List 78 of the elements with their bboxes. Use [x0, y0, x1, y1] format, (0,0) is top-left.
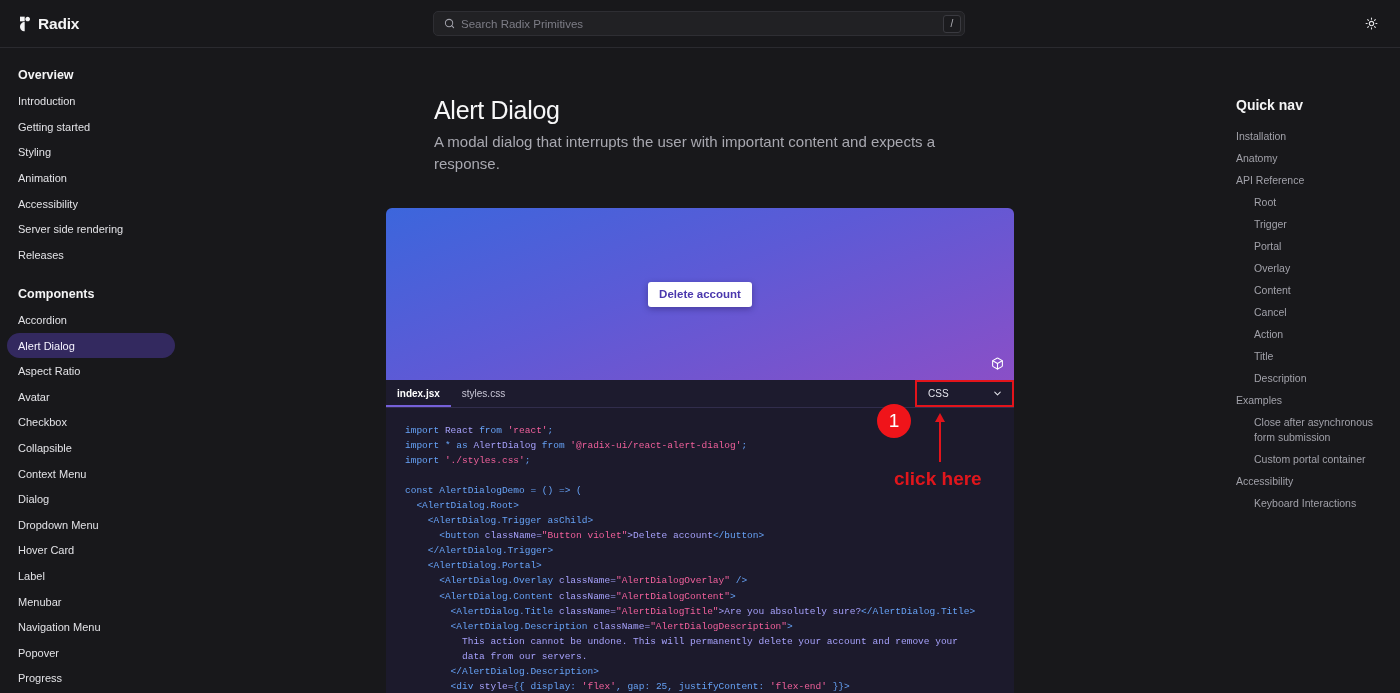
quick-nav-link[interactable]: Content [1254, 279, 1291, 301]
section-heading: Components [17, 285, 96, 303]
cube-icon[interactable] [991, 357, 1004, 370]
section-heading: Overview [17, 67, 75, 84]
quick-nav-link[interactable]: Root [1254, 191, 1277, 213]
step-badge: 1 [877, 404, 911, 438]
file-tab[interactable]: styles.css [450, 380, 517, 407]
logo-icon[interactable] [20, 15, 30, 32]
sidebar-item[interactable]: Getting started [7, 114, 175, 140]
quick-nav-link[interactable]: Cancel [1254, 301, 1287, 323]
code-line: data from our servers. [461, 649, 589, 664]
code-line: <AlertDialog.Content className="AlertDialogContent"> [438, 589, 737, 604]
sidebar-item[interactable]: Accordion [7, 307, 175, 333]
file-tab[interactable]: index.jsx [386, 380, 451, 407]
sidebar-item[interactable]: Introduction [7, 88, 175, 114]
quick-nav-link[interactable]: Trigger [1254, 213, 1287, 235]
annotation-caption: click here [894, 468, 982, 490]
sidebar-item[interactable]: Progress [7, 665, 175, 691]
code-line: <AlertDialog.Description className="AlertDialogDescription"> [449, 619, 794, 634]
sun-icon [1365, 17, 1378, 30]
quick-nav-title: Quick nav [1236, 96, 1304, 115]
logo-text[interactable]: Radix [38, 14, 80, 33]
sidebar-item[interactable]: Hover Card [7, 537, 175, 563]
search-input[interactable]: Search Radix Primitives [461, 17, 937, 30]
quick-nav-link[interactable]: Overlay [1254, 257, 1291, 279]
sidebar-item[interactable]: Styling [7, 139, 175, 165]
quick-nav-link[interactable]: Close after asynchronous form submission [1254, 411, 1380, 448]
sidebar-item[interactable]: Dialog [7, 486, 175, 512]
chevron-down-icon [992, 388, 1003, 399]
code-line: </AlertDialog.Description> [449, 664, 600, 679]
page-description: A modal dialog that interrupts the user with important content and expects a response. [434, 132, 937, 174]
code-line: <AlertDialog.Trigger asChild> [426, 514, 595, 529]
delete-account-button[interactable]: Delete account [648, 281, 752, 307]
code-line: </AlertDialog.Trigger> [426, 544, 555, 559]
sidebar-item[interactable]: Aspect Ratio [7, 358, 175, 384]
quick-nav-link[interactable]: Anatomy [1236, 147, 1278, 169]
code-line: import React from 'react'; [405, 424, 555, 438]
annotation-arrow [935, 413, 945, 462]
sidebar-item[interactable]: Dropdown Menu [7, 512, 175, 538]
sidebar-item[interactable]: Releases [7, 242, 175, 268]
quick-nav-link[interactable]: Examples [1236, 389, 1283, 411]
quick-nav-link[interactable]: Custom portal container [1254, 448, 1366, 470]
sidebar-item[interactable]: Checkbox [7, 409, 175, 435]
quick-nav-link[interactable]: Keyboard Interactions [1254, 492, 1357, 514]
code-line: import './styles.css'; [405, 454, 532, 469]
code-line: <AlertDialog.Portal> [426, 559, 543, 574]
sidebar-item[interactable]: Context Menu [7, 461, 175, 487]
sidebar-item[interactable]: Avatar [7, 384, 175, 410]
code-line: This action cannot be undone. This will permanently delete your account and remove your [461, 634, 959, 649]
sidebar-item[interactable]: Menubar [7, 589, 175, 615]
code-line: import * as AlertDialog from '@radix-ui/react-alert-dialog'; [405, 439, 749, 454]
sidebar-item[interactable]: Navigation Menu [7, 614, 175, 640]
sidebar-item[interactable]: Alert Dialog [7, 333, 175, 359]
sidebar-item[interactable]: Server side rendering [7, 216, 175, 242]
sidebar-item[interactable]: Popover [7, 640, 175, 666]
quick-nav-link[interactable]: Accessibility [1236, 470, 1294, 492]
quick-nav-link[interactable]: Installation [1236, 125, 1287, 147]
sidebar-item[interactable]: Collapsible [7, 435, 175, 461]
code-line: <AlertDialog.Overlay className="AlertDialogOverlay" /> [438, 574, 749, 589]
quick-nav-link[interactable]: API Reference [1236, 169, 1305, 191]
quick-nav-link[interactable]: Portal [1254, 235, 1282, 257]
search-icon [444, 18, 455, 29]
theme-toggle-button[interactable] [1365, 17, 1378, 30]
quick-nav-link[interactable]: Description [1254, 367, 1307, 389]
code-line: <AlertDialog.Title className="AlertDialogTitle">Are you absolutely sure?</AlertDialog.Title> [449, 604, 977, 619]
quick-nav-link[interactable]: Action [1254, 323, 1284, 345]
code-line: <div style={{ display: 'flex', gap: 25, justifyContent: 'flex-end' }}> [449, 679, 851, 693]
page-title: Alert Dialog [434, 95, 561, 126]
sidebar-item[interactable]: Label [7, 563, 175, 589]
code-line: <button className="Button violet">Delete account</button> [438, 529, 766, 544]
quick-nav-link[interactable]: Title [1254, 345, 1274, 367]
sidebar-item[interactable]: Animation [7, 165, 175, 191]
language-select[interactable]: CSS [917, 382, 1012, 405]
sidebar-item[interactable]: Accessibility [7, 191, 175, 217]
shortcut-key: / [943, 14, 961, 33]
search-field[interactable]: Search Radix Primitives / [433, 11, 965, 36]
code-line: <AlertDialog.Root> [415, 499, 521, 514]
code-line: const AlertDialogDemo = () => ( [405, 484, 583, 499]
